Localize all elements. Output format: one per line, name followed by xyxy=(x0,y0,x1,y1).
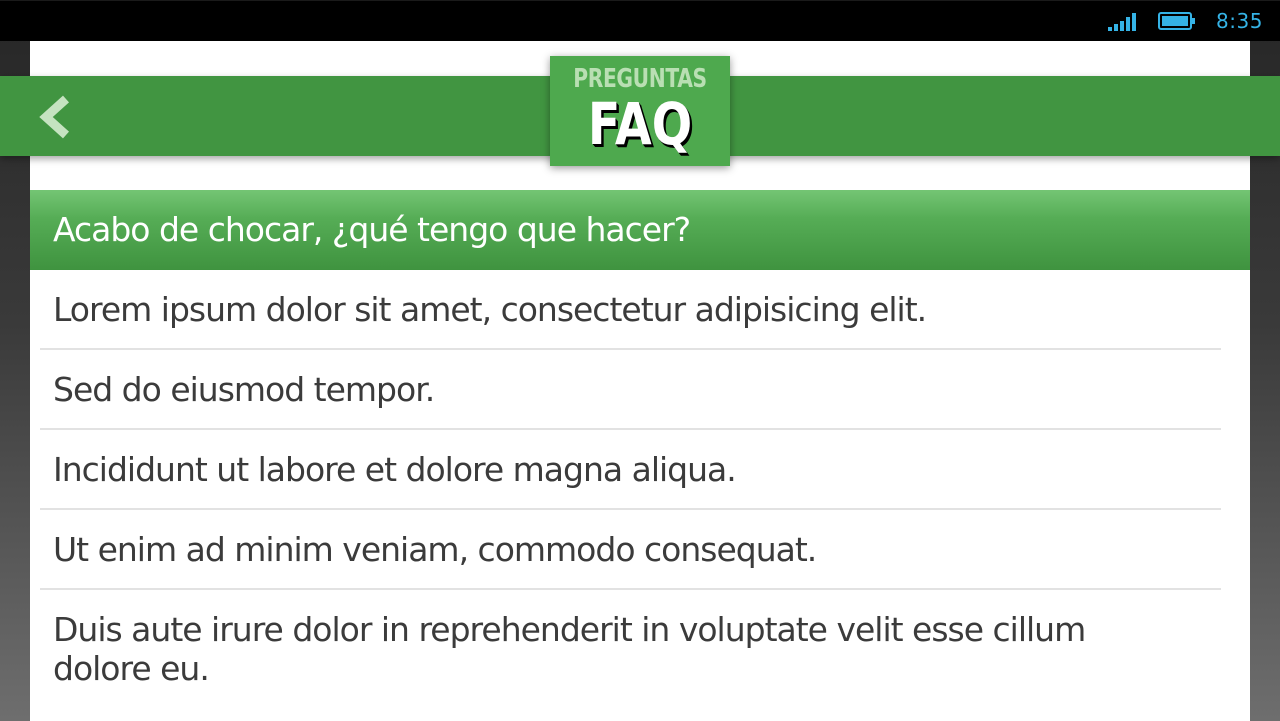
signal-icon xyxy=(1108,13,1136,31)
faq-question-header[interactable]: Acabo de chocar, ¿qué tengo que hacer? xyxy=(30,190,1250,270)
faq-list: Acabo de chocar, ¿qué tengo que hacer? L… xyxy=(30,190,1250,710)
list-item-text: Ut enim ad minim veniam, commodo consequ… xyxy=(53,530,817,569)
clock: 8:35 xyxy=(1216,9,1263,33)
list-item-text: Lorem ipsum dolor sit amet, consectetur … xyxy=(53,290,927,329)
list-item[interactable]: Duis aute irure dolor in reprehenderit i… xyxy=(40,590,1221,710)
list-item-text: Sed do eiusmod tempor. xyxy=(53,370,435,409)
list-item[interactable]: Incididunt ut labore et dolore magna ali… xyxy=(40,430,1221,510)
faq-badge: PREGUNTAS FAQ xyxy=(550,56,730,166)
list-item[interactable]: Lorem ipsum dolor sit amet, consectetur … xyxy=(40,270,1221,350)
back-button[interactable] xyxy=(32,93,78,141)
battery-icon xyxy=(1158,12,1195,30)
chevron-left-icon xyxy=(39,95,70,139)
faq-question-text: Acabo de chocar, ¿qué tengo que hacer? xyxy=(53,210,691,249)
list-item-text: Duis aute irure dolor in reprehenderit i… xyxy=(53,610,1086,688)
list-item[interactable]: Sed do eiusmod tempor. xyxy=(40,350,1221,430)
list-item[interactable]: Ut enim ad minim veniam, commodo consequ… xyxy=(40,510,1221,590)
page-title: FAQ xyxy=(587,90,693,158)
list-item-text: Incididunt ut labore et dolore magna ali… xyxy=(53,450,737,489)
status-bar: 8:35 xyxy=(0,0,1280,41)
